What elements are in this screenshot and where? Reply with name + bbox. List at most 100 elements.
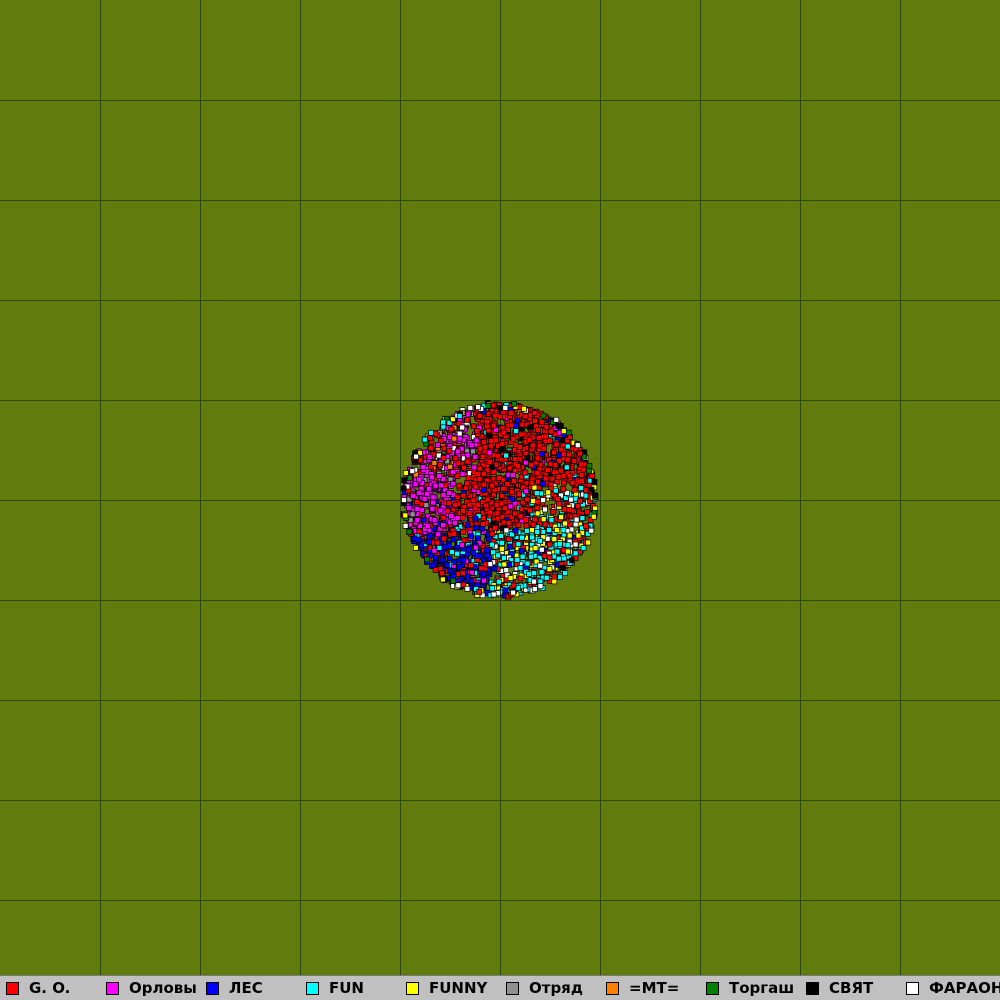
village-marker [448, 512, 454, 519]
village-marker [589, 473, 596, 479]
village-marker [428, 429, 434, 436]
village-marker [480, 470, 487, 477]
village-marker [574, 442, 581, 449]
village-marker [499, 545, 505, 552]
village-marker [466, 510, 473, 516]
village-marker [450, 536, 456, 543]
village-marker [475, 404, 481, 410]
village-marker [488, 442, 494, 449]
village-marker [470, 423, 477, 430]
village-marker [515, 463, 521, 469]
village-marker [423, 502, 430, 508]
village-marker [555, 496, 561, 502]
village-marker [511, 456, 518, 463]
village-marker [465, 573, 471, 580]
village-marker [436, 473, 442, 479]
village-marker [459, 515, 466, 521]
village-marker [475, 471, 481, 477]
village-marker [538, 569, 545, 575]
village-marker [481, 487, 487, 493]
village-marker [499, 441, 506, 447]
village-marker [537, 538, 544, 544]
village-marker [489, 482, 496, 489]
village-marker [450, 577, 456, 584]
village-marker [535, 498, 541, 505]
village-marker [588, 486, 595, 493]
village-marker [475, 501, 481, 508]
village-marker [502, 587, 509, 594]
village-marker [526, 571, 532, 577]
village-marker [414, 499, 420, 505]
village-marker [532, 417, 538, 424]
village-marker [484, 552, 490, 559]
village-marker [564, 542, 571, 548]
village-marker [498, 500, 505, 507]
legend-label: Торгаш [729, 979, 795, 997]
village-marker [483, 418, 490, 425]
village-marker [489, 585, 496, 592]
village-marker [558, 514, 564, 521]
village-marker [542, 521, 549, 528]
legend-item: ФАРАОН [900, 976, 1000, 1000]
village-marker [406, 528, 413, 535]
village-marker [454, 515, 461, 521]
village-marker [432, 554, 439, 561]
village-marker [456, 482, 463, 489]
village-marker [553, 416, 560, 423]
village-marker [463, 485, 469, 491]
legend-swatch [706, 981, 719, 995]
village-marker [549, 475, 556, 482]
village-marker [465, 475, 472, 481]
village-marker [530, 521, 537, 528]
village-marker [535, 434, 542, 441]
village-marker [510, 472, 516, 478]
village-marker [460, 507, 466, 514]
legend-label: Отряд [529, 979, 583, 997]
village-marker [518, 431, 525, 438]
village-marker [484, 496, 491, 503]
village-marker [488, 464, 495, 470]
village-marker [480, 521, 486, 527]
world-map[interactable] [0, 0, 1000, 975]
legend-swatch [106, 981, 119, 995]
village-marker [518, 548, 525, 554]
village-marker [584, 509, 590, 516]
village-marker [476, 476, 483, 482]
legend-label: ЛЕС [229, 979, 263, 997]
village-marker [523, 488, 529, 495]
village-marker [459, 542, 465, 548]
village-marker [487, 561, 494, 567]
village-marker [401, 497, 407, 503]
village-marker [496, 578, 502, 585]
village-marker [437, 462, 444, 468]
legend-swatch [906, 981, 919, 995]
village-marker [534, 455, 541, 462]
village-marker [562, 520, 568, 527]
village-marker [499, 540, 505, 546]
village-marker [537, 562, 544, 569]
village-marker [531, 586, 538, 592]
village-marker [568, 557, 575, 564]
village-marker [456, 430, 463, 437]
village-marker [571, 458, 578, 464]
village-marker [452, 455, 459, 462]
legend-item: G. O. [0, 976, 70, 1000]
village-marker [507, 544, 513, 550]
village-marker [413, 453, 419, 460]
village-marker [430, 499, 436, 506]
legend-item: FUNNY [400, 976, 487, 1000]
village-marker [440, 522, 446, 529]
village-marker [491, 565, 498, 572]
village-marker [541, 445, 548, 452]
village-marker [585, 539, 592, 546]
village-marker [552, 487, 559, 494]
village-marker [499, 446, 505, 453]
village-marker [546, 566, 553, 572]
village-marker [431, 517, 438, 523]
village-marker [454, 448, 461, 455]
village-marker [518, 506, 525, 513]
village-marker [546, 437, 553, 444]
village-marker [496, 413, 503, 420]
village-marker [501, 505, 508, 512]
village-marker [517, 575, 524, 582]
